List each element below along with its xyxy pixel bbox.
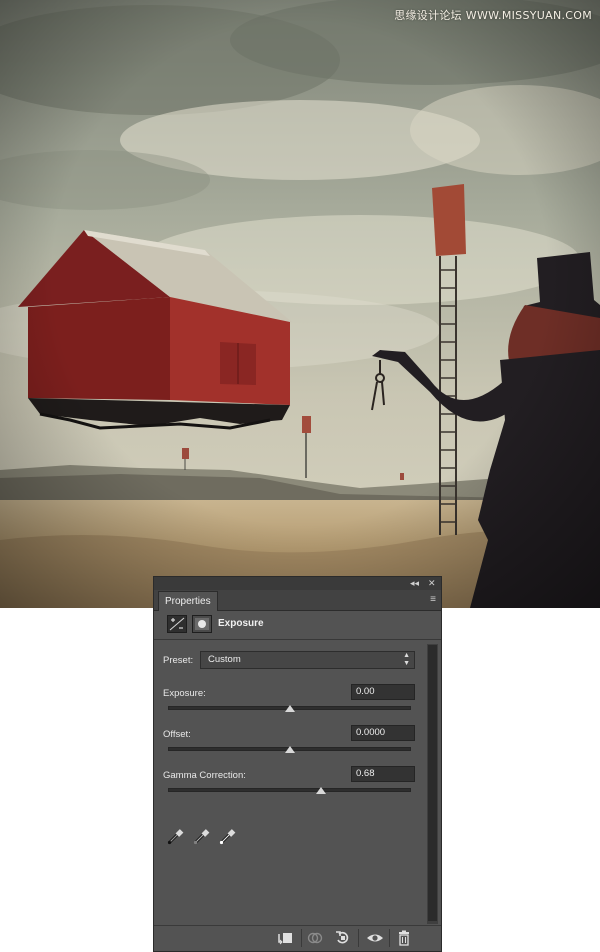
panel-scrollbar[interactable]: [427, 644, 438, 924]
dropdown-arrows-icon: ▲ ▼: [403, 652, 410, 667]
white-point-eyedropper-icon[interactable]: [218, 828, 236, 846]
panel-footer: [154, 925, 441, 951]
panel-content: Preset: Custom ▲ ▼ Exposure: 0.00 Offset:…: [154, 641, 425, 927]
gamma-correction-slider-thumb[interactable]: [315, 787, 326, 794]
trash-icon[interactable]: [395, 929, 413, 947]
panel-scrollbar-thumb[interactable]: [428, 645, 437, 921]
exposure-slider-track[interactable]: [168, 705, 411, 712]
close-panel-icon[interactable]: ✕: [428, 577, 436, 590]
offset-slider-thumb[interactable]: [284, 746, 295, 753]
preset-dropdown[interactable]: Custom ▲ ▼: [200, 651, 415, 669]
gamma-correction-slider-track[interactable]: [168, 787, 411, 794]
collapse-panel-icon[interactable]: ◂◂: [410, 577, 419, 590]
clip-to-layer-icon[interactable]: [276, 929, 294, 947]
panel-titlebar[interactable]: ◂◂ ✕: [154, 577, 441, 590]
offset-label: Offset:: [163, 729, 191, 740]
properties-panel: ◂◂ ✕ Properties ≡ Exposure Preset: Custo…: [153, 576, 442, 952]
view-previous-state-icon[interactable]: [306, 929, 324, 947]
offset-slider-track[interactable]: [168, 746, 411, 753]
watermark-text: 思缘设计论坛 WWW.MISSYUAN.COM: [394, 9, 592, 22]
exposure-adjustment-icon[interactable]: [167, 615, 187, 633]
layer-mask-icon[interactable]: [192, 615, 212, 633]
black-point-eyedropper-icon[interactable]: [166, 828, 184, 846]
gamma-correction-label: Gamma Correction:: [163, 770, 246, 781]
gray-point-eyedropper-icon[interactable]: [192, 828, 210, 846]
panel-tab-row: Properties ≡: [154, 590, 441, 611]
exposure-slider-thumb[interactable]: [284, 705, 295, 712]
panel-menu-icon[interactable]: ≡: [430, 594, 436, 605]
visibility-eye-icon[interactable]: [366, 929, 384, 947]
exposure-label: Exposure:: [163, 688, 206, 699]
footer-divider: [358, 929, 359, 947]
tab-properties[interactable]: Properties: [158, 591, 218, 611]
adjustment-title: Exposure: [218, 618, 264, 629]
footer-divider: [389, 929, 390, 947]
exposure-value-input[interactable]: 0.00: [351, 684, 415, 700]
preset-value: Custom: [208, 654, 241, 665]
adjustment-header: Exposure: [154, 611, 441, 640]
gamma-correction-value-input[interactable]: 0.68: [351, 766, 415, 782]
artwork-image: [0, 0, 600, 608]
reset-icon[interactable]: [334, 929, 352, 947]
footer-divider: [301, 929, 302, 947]
offset-value-input[interactable]: 0.0000: [351, 725, 415, 741]
preset-label: Preset:: [163, 655, 194, 666]
